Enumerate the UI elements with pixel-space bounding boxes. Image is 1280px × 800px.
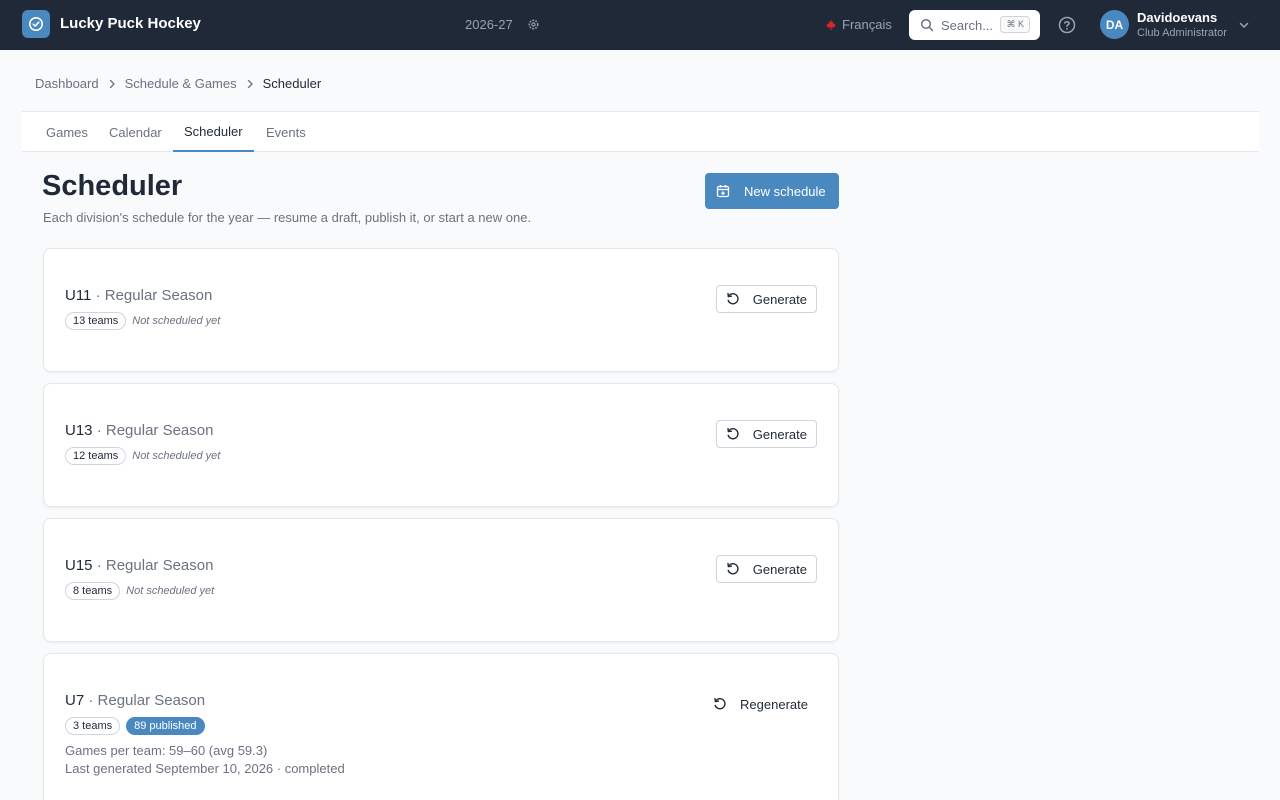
search-icon: [920, 18, 934, 32]
teams-badge: 13 teams: [65, 312, 127, 330]
schedule-card-u11: U11 · Regular Season 13 teams Not schedu…: [43, 248, 839, 372]
search-box[interactable]: Search... ⌘ K: [909, 10, 1040, 40]
division-name: U7: [65, 692, 85, 709]
language-switch[interactable]: Français: [825, 17, 892, 32]
games-per-team: Games per team: 59–60 (avg 59.3): [65, 743, 268, 758]
generate-label: Generate: [752, 561, 807, 577]
breadcrumb: Dashboard Schedule & Games Scheduler: [35, 76, 321, 91]
card-title: U11 · Regular Season: [65, 287, 212, 304]
app-logo[interactable]: [22, 10, 50, 38]
page-title: Scheduler: [42, 170, 183, 202]
published-badge: 89 published: [126, 717, 205, 735]
tab-games[interactable]: Games: [46, 112, 88, 152]
gear-icon[interactable]: [527, 18, 540, 31]
refresh-icon: [714, 697, 726, 710]
schedule-status: Not scheduled yet: [132, 450, 221, 462]
schedule-card-u13: U13 · Regular Season 12 teams Not schedu…: [43, 383, 839, 507]
card-title: U15 · Regular Season: [65, 557, 213, 574]
new-schedule-button[interactable]: New schedule: [705, 173, 839, 209]
refresh-icon: [727, 562, 739, 575]
maple-leaf-icon: [826, 19, 836, 30]
card-badges: 13 teams Not scheduled yet: [65, 312, 220, 330]
regenerate-button[interactable]: Regenerate: [704, 690, 817, 718]
title-separator: ·: [95, 287, 101, 304]
generate-button[interactable]: Generate: [715, 420, 817, 448]
title-separator: ·: [96, 557, 102, 574]
division-name: U15: [65, 557, 93, 574]
tab-scheduler[interactable]: Scheduler: [173, 112, 254, 152]
tab-events[interactable]: Events: [266, 112, 306, 152]
schedule-card-u15: U15 · Regular Season 8 teams Not schedul…: [43, 518, 839, 642]
card-title: U13 · Regular Season: [65, 422, 213, 439]
season-name: Regular Season: [97, 692, 206, 709]
generate-label: Generate: [752, 291, 807, 307]
breadcrumb-current: Scheduler: [262, 76, 322, 91]
schedule-status: Not scheduled yet: [132, 315, 221, 327]
chevron-down-icon[interactable]: [1238, 19, 1250, 31]
generate-label: Generate: [752, 426, 807, 442]
schedule-status: Not scheduled yet: [126, 585, 215, 597]
card-badges: 12 teams Not scheduled yet: [65, 447, 220, 465]
top-bar: Lucky Puck Hockey 2026-27 Français Searc…: [0, 0, 1280, 50]
title-separator: ·: [88, 692, 94, 709]
card-badges: 3 teams 89 published: [65, 717, 205, 735]
search-shortcut: ⌘ K: [1000, 16, 1030, 33]
page-subtitle: Each division's schedule for the year — …: [43, 210, 532, 225]
regenerate-label: Regenerate: [740, 696, 808, 712]
user-name[interactable]: Davidoevans: [1137, 10, 1217, 25]
card-title: U7 · Regular Season: [65, 692, 205, 709]
title-separator: ·: [96, 422, 102, 439]
division-name: U11: [65, 287, 92, 304]
season-name: Regular Season: [104, 287, 213, 304]
app-title[interactable]: Lucky Puck Hockey: [60, 15, 201, 32]
breadcrumb-dashboard[interactable]: Dashboard: [35, 76, 99, 91]
generate-button[interactable]: Generate: [715, 555, 817, 583]
teams-badge: 8 teams: [65, 582, 121, 600]
tab-calendar[interactable]: Calendar: [109, 112, 162, 152]
check-circle-icon: [29, 17, 43, 31]
season-label[interactable]: 2026-27: [465, 17, 513, 32]
chevron-right-icon: [247, 79, 253, 88]
generate-button[interactable]: Generate: [715, 285, 817, 313]
user-role: Club Administrator: [1137, 27, 1227, 39]
teams-badge: 12 teams: [65, 447, 127, 465]
language-label: Français: [842, 17, 892, 32]
new-schedule-label: New schedule: [744, 183, 826, 199]
chevron-right-icon: [109, 79, 115, 88]
tab-bar: Games Calendar Scheduler Events: [22, 111, 1259, 152]
division-name: U13: [65, 422, 93, 439]
season-name: Regular Season: [105, 422, 214, 439]
schedule-card-u7: U7 · Regular Season 3 teams 89 published…: [43, 653, 839, 800]
avatar[interactable]: DA: [1100, 10, 1129, 39]
help-circle-icon[interactable]: [1058, 16, 1076, 34]
card-badges: 8 teams Not scheduled yet: [65, 582, 214, 600]
teams-badge: 3 teams: [65, 717, 121, 735]
refresh-icon: [727, 427, 739, 440]
last-generated: Last generated September 10, 2026 · comp…: [65, 761, 345, 776]
breadcrumb-schedule-games[interactable]: Schedule & Games: [125, 76, 237, 91]
season-name: Regular Season: [105, 557, 214, 574]
search-label: Search...: [941, 17, 994, 33]
calendar-plus-icon: [716, 185, 730, 198]
refresh-icon: [727, 292, 739, 305]
